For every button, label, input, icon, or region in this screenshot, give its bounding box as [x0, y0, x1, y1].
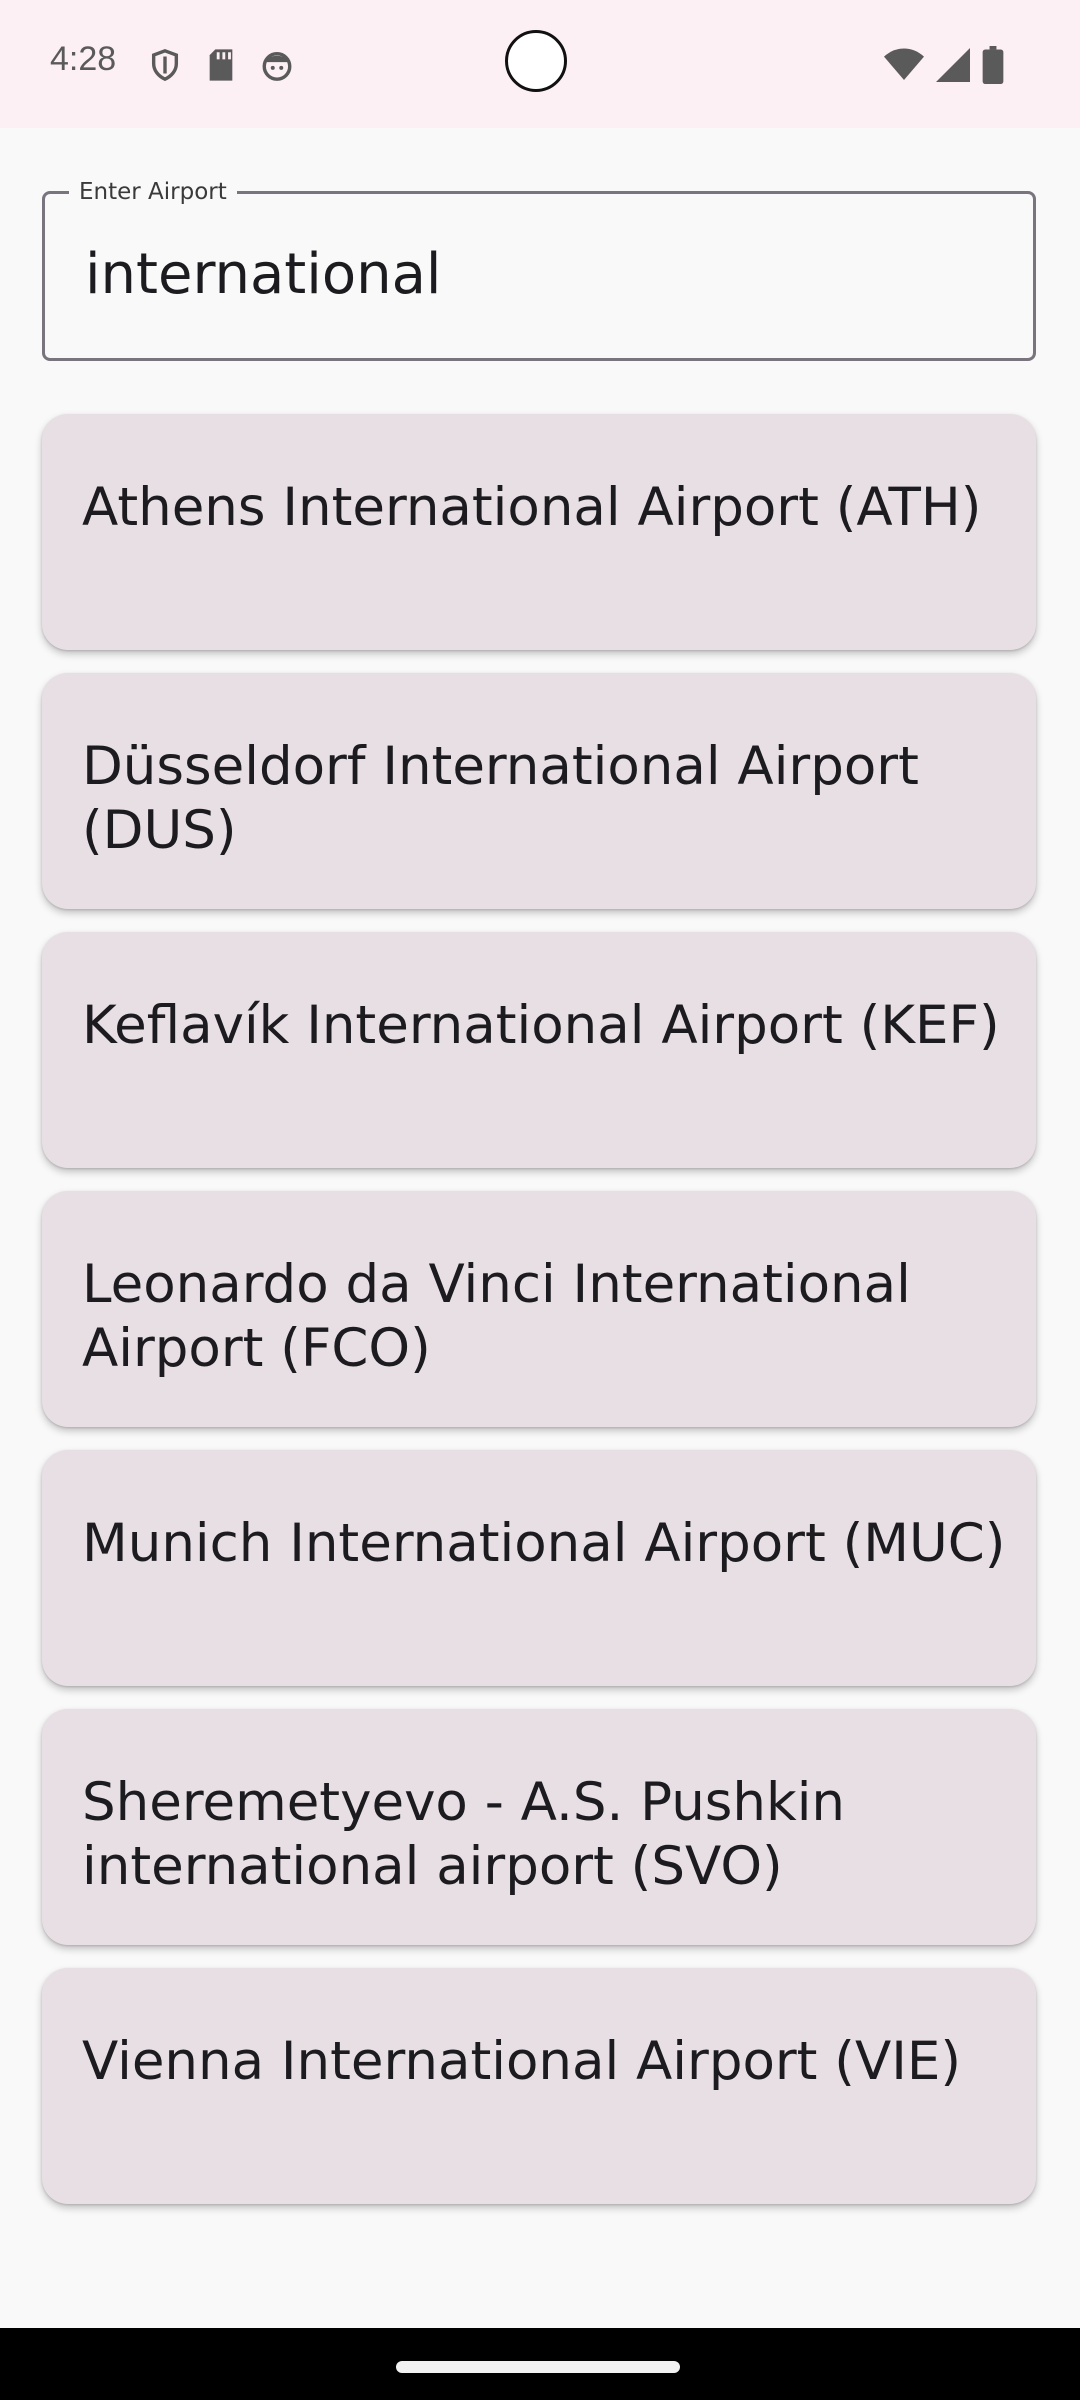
- airport-result-name: Keflavík International Airport (KEF): [82, 995, 1000, 1056]
- airport-result-name: Düsseldorf International Airport (DUS): [82, 736, 919, 861]
- airport-result-name: Vienna International Airport (VIE): [82, 2031, 962, 2092]
- sd-card-icon: [206, 48, 236, 86]
- status-icons-left: [148, 48, 294, 86]
- airport-result-card[interactable]: Vienna International Airport (VIE): [42, 1968, 1036, 2204]
- airport-result-card[interactable]: Sheremetyevo - A.S. Pushkin internationa…: [42, 1709, 1036, 1945]
- shield-icon: [148, 48, 182, 86]
- airport-result-name: Athens International Airport (ATH): [82, 477, 982, 538]
- status-icons-right: [884, 46, 1004, 88]
- camera-cutout: [505, 30, 567, 92]
- airport-search-field[interactable]: Enter Airport: [42, 178, 1036, 361]
- airport-result-card[interactable]: Keflavík International Airport (KEF): [42, 932, 1036, 1168]
- airport-search-input[interactable]: [85, 234, 985, 314]
- airport-result-card[interactable]: Munich International Airport (MUC): [42, 1450, 1036, 1686]
- face-icon: [260, 48, 294, 86]
- airport-result-card[interactable]: Leonardo da Vinci International Airport …: [42, 1191, 1036, 1427]
- airport-result-card[interactable]: Düsseldorf International Airport (DUS): [42, 673, 1036, 909]
- home-gesture-handle[interactable]: [396, 2361, 680, 2373]
- status-time: 4:28: [50, 40, 117, 78]
- airport-result-name: Leonardo da Vinci International Airport …: [82, 1254, 911, 1379]
- airport-result-name: Munich International Airport (MUC): [82, 1513, 1006, 1574]
- airport-results-list: Athens International Airport (ATH) Düsse…: [42, 414, 1036, 2227]
- wifi-icon: [884, 48, 924, 86]
- airport-field-label: Enter Airport: [69, 178, 237, 206]
- status-bar: 4:28: [0, 0, 1080, 128]
- navigation-bar: [0, 2328, 1080, 2400]
- signal-icon: [936, 48, 970, 86]
- airport-result-card[interactable]: Athens International Airport (ATH): [42, 414, 1036, 650]
- airport-result-name: Sheremetyevo - A.S. Pushkin internationa…: [82, 1772, 846, 1897]
- battery-icon: [982, 46, 1004, 88]
